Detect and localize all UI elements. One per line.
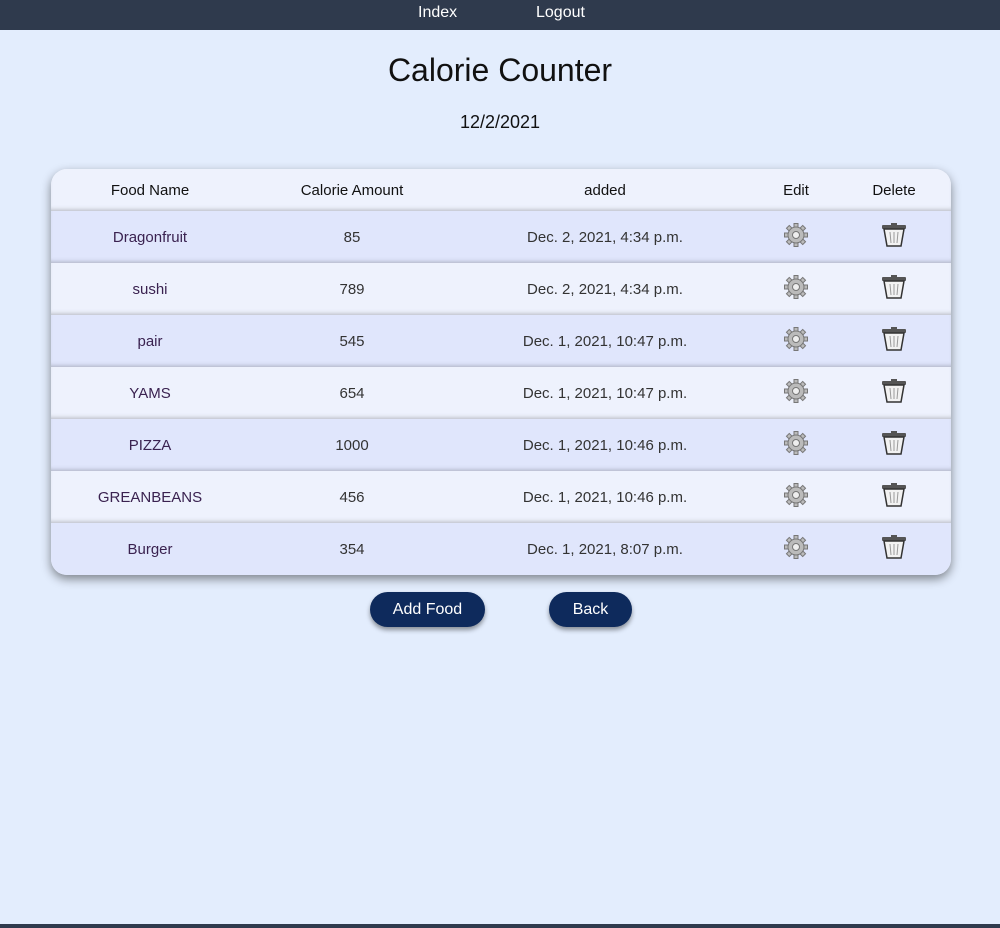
gear-icon: [783, 327, 809, 356]
edit-button[interactable]: [755, 378, 837, 408]
gear-icon: [783, 431, 809, 460]
delete-button[interactable]: [837, 274, 951, 304]
trash-icon: [881, 223, 907, 252]
added-date: Dec. 1, 2021, 8:07 p.m.: [527, 540, 683, 558]
table-row: sushi 789 Dec. 2, 2021, 4:34 p.m.: [51, 263, 951, 315]
added-date: Dec. 1, 2021, 10:47 p.m.: [522, 332, 688, 350]
trash-icon: [881, 327, 907, 356]
edit-button[interactable]: [755, 222, 837, 252]
edit-button[interactable]: [755, 326, 837, 356]
edit-button[interactable]: [755, 482, 837, 512]
back-button[interactable]: Back: [549, 592, 632, 627]
food-name[interactable]: Burger: [51, 541, 249, 558]
food-name[interactable]: GREANBEANS: [51, 489, 249, 506]
header-delete: Delete: [872, 181, 916, 199]
trash-icon: [881, 483, 907, 512]
trash-icon: [881, 535, 907, 564]
header-added: added: [584, 181, 626, 199]
food-name[interactable]: PIZZA: [51, 437, 249, 454]
delete-button[interactable]: [837, 326, 951, 356]
calorie-amount: 1000: [335, 436, 369, 454]
food-name[interactable]: pair: [51, 333, 249, 350]
calorie-amount: 456: [339, 488, 365, 506]
table-row: Burger 354 Dec. 1, 2021, 8:07 p.m.: [51, 523, 951, 575]
trash-icon: [881, 431, 907, 460]
table-header: Food Name Calorie Amount added Edit Dele…: [51, 169, 951, 211]
delete-button[interactable]: [837, 378, 951, 408]
header-calorie-amount: Calorie Amount: [300, 181, 404, 199]
table-row: PIZZA 1000 Dec. 1, 2021, 10:46 p.m.: [51, 419, 951, 471]
calorie-amount: 789: [339, 280, 365, 298]
food-name[interactable]: sushi: [51, 281, 249, 298]
gear-icon: [783, 223, 809, 252]
table-row: YAMS 654 Dec. 1, 2021, 10:47 p.m.: [51, 367, 951, 419]
edit-button[interactable]: [755, 430, 837, 460]
gear-icon: [783, 275, 809, 304]
header-edit: Edit: [783, 181, 809, 199]
header-food-name: Food Name: [110, 181, 190, 199]
table-row: GREANBEANS 456 Dec. 1, 2021, 10:46 p.m.: [51, 471, 951, 523]
trash-icon: [881, 275, 907, 304]
added-date: Dec. 1, 2021, 10:46 p.m.: [522, 488, 688, 506]
delete-button[interactable]: [837, 534, 951, 564]
calorie-amount: 545: [339, 332, 365, 350]
calorie-amount: 85: [343, 228, 361, 246]
delete-button[interactable]: [837, 482, 951, 512]
added-date: Dec. 2, 2021, 4:34 p.m.: [527, 280, 683, 298]
delete-button[interactable]: [837, 222, 951, 252]
top-nav: Index Logout: [0, 0, 1000, 30]
table-row: pair 545 Dec. 1, 2021, 10:47 p.m.: [51, 315, 951, 367]
delete-button[interactable]: [837, 430, 951, 460]
added-date: Dec. 1, 2021, 10:46 p.m.: [522, 436, 688, 454]
edit-button[interactable]: [755, 274, 837, 304]
trash-icon: [881, 379, 907, 408]
calorie-amount: 354: [339, 540, 365, 558]
gear-icon: [783, 535, 809, 564]
added-date: Dec. 2, 2021, 4:34 p.m.: [527, 228, 683, 246]
gear-icon: [783, 379, 809, 408]
nav-logout-link[interactable]: Logout: [536, 4, 585, 22]
food-name[interactable]: Dragonfruit: [51, 229, 249, 246]
add-food-button[interactable]: Add Food: [370, 592, 485, 627]
bottom-bar: [0, 924, 1000, 928]
edit-button[interactable]: [755, 534, 837, 564]
added-date: Dec. 1, 2021, 10:47 p.m.: [522, 384, 688, 402]
food-name[interactable]: YAMS: [51, 385, 249, 402]
current-date: 12/2/2021: [459, 112, 541, 132]
food-table: Food Name Calorie Amount added Edit Dele…: [51, 169, 951, 575]
gear-icon: [783, 483, 809, 512]
table-row: Dragonfruit 85 Dec. 2, 2021, 4:34 p.m.: [51, 211, 951, 263]
calorie-amount: 654: [339, 384, 365, 402]
nav-index-link[interactable]: Index: [418, 4, 457, 22]
page-title: Calorie Counter: [387, 52, 613, 88]
